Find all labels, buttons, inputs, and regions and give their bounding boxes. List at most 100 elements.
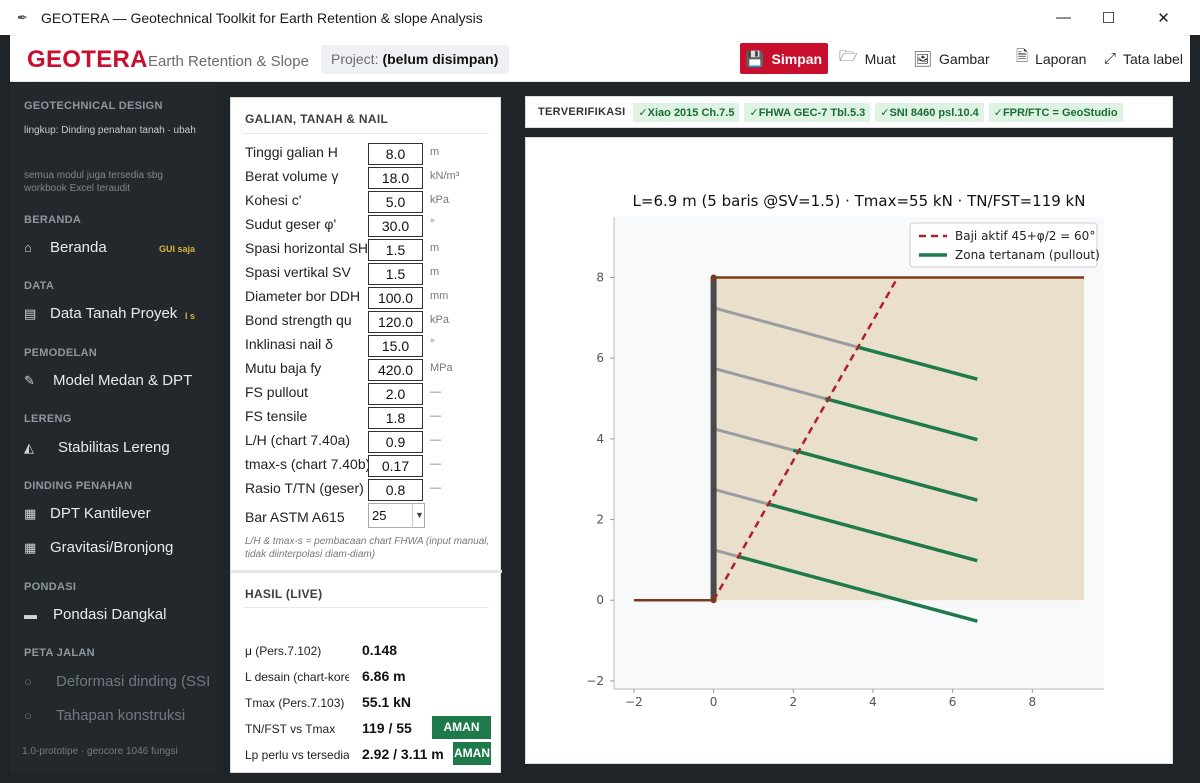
section-pondasi: PONDASI: [24, 581, 77, 593]
y-tick-label: 2: [596, 513, 604, 527]
panel-separator: [231, 570, 502, 573]
field-unit: —: [430, 410, 441, 422]
section-peta: PETA JALAN: [24, 647, 95, 659]
report-label: Laporan: [1035, 50, 1087, 67]
field-label: Mutu baja fy: [245, 360, 322, 376]
section-dinding: DINDING PENAHAN: [24, 480, 133, 492]
title-bar: ✒ GEOTERA — Geotechnical Toolkit for Ear…: [0, 0, 1200, 35]
labels-button[interactable]: ⤢ Tata label: [1104, 43, 1183, 74]
y-tick-label: 6: [596, 351, 604, 365]
sidebar-item-stabilitas[interactable]: ◭ Stabilitas Lereng: [24, 439, 214, 456]
field-input[interactable]: 0.17: [368, 455, 423, 477]
field-input[interactable]: 0.8: [368, 479, 423, 501]
result-label: Tmax (Pers.7.103): [245, 696, 345, 710]
result-value: 2.92 / 3.11 m: [362, 746, 444, 762]
load-button[interactable]: 🗁 Muat: [839, 43, 896, 74]
x-tick-label: 6: [949, 695, 957, 709]
sidebar-item-label: DPT Kantilever: [50, 505, 151, 522]
sidebar-item-tahapan: ○ Tahapan konstruksi: [24, 707, 214, 724]
section-beranda: BERANDA: [24, 214, 82, 226]
folder-icon: 🗁: [839, 48, 858, 65]
sidebar-scope[interactable]: lingkup: Dinding penahan tanah · ubah: [24, 124, 204, 137]
window-title: GEOTERA — Geotechnical Toolkit for Earth…: [41, 9, 483, 26]
gui-only-tag: GUI saja: [159, 244, 196, 254]
field-input[interactable]: 100.0: [368, 287, 423, 309]
resize-arrow-icon: ⤢: [1104, 50, 1117, 67]
maximize-button[interactable]: ☐: [1081, 0, 1136, 35]
report-button[interactable]: 🗎 Laporan: [1016, 43, 1086, 74]
y-tick-label: 0: [596, 593, 604, 607]
sidebar: GEOTECHNICAL DESIGN lingkup: Dinding pen…: [10, 83, 216, 773]
field-input[interactable]: 1.5: [368, 263, 423, 285]
image-button[interactable]: 🖼 Gambar: [913, 43, 990, 74]
status-badge: AMAN: [432, 716, 491, 739]
field-label: Berat volume γ: [245, 168, 339, 184]
slope-icon: ◭: [24, 439, 34, 455]
field-label: L/H (chart 7.40a): [245, 432, 351, 448]
y-tick-label: 4: [596, 432, 604, 446]
field-unit: —: [430, 458, 441, 470]
verification-strip: TERVERIFIKASI ✓Xiao 2015 Ch.7.5 ✓FHWA GE…: [525, 96, 1173, 128]
result-value: 0.148: [362, 642, 398, 658]
brand-subtitle: Earth Retention & Slope: [148, 53, 309, 70]
field-label: Bond strength qu: [245, 312, 352, 328]
circle-icon: ○: [24, 708, 32, 723]
field-input[interactable]: 1.8: [368, 407, 423, 429]
field-input[interactable]: 1.5: [368, 239, 423, 261]
chart-panel: −2 0 2 4 6 8 −2 0 2 4 6 8 L=6.9 m (5 baris @SV=1.5) …: [525, 137, 1173, 764]
close-button[interactable]: ✕: [1136, 0, 1191, 35]
divider: [243, 607, 489, 608]
field-label: Rasio T/TN (geser): [245, 480, 364, 496]
verification-tag: ✓FPR/FTC = GeoStudio: [988, 102, 1123, 122]
inputs-heading: GALIAN, TANAH & NAIL: [245, 112, 389, 126]
x-tick-label: 2: [789, 695, 797, 709]
field-unit: MPa: [430, 362, 453, 374]
document-icon: 🗎: [1016, 48, 1029, 65]
result-label: TN/FST vs Tmax: [245, 722, 336, 736]
field-unit: °: [430, 218, 435, 230]
x-tick-label: 8: [1028, 695, 1036, 709]
verification-tag: ✓Xiao 2015 Ch.7.5: [633, 102, 740, 122]
sidebar-item-kantilever[interactable]: ▦ DPT Kantilever: [24, 505, 214, 522]
sidebar-item-gravitasi[interactable]: ▦ Gravitasi/Bronjong: [24, 539, 214, 556]
pencil-icon: ✎: [24, 372, 35, 388]
sidebar-item-label: Model Medan & DPT: [53, 372, 193, 389]
sidebar-item-deformasi: ○ Deformasi dinding (SSI: [24, 673, 214, 690]
field-label: Spasi horizontal SH: [245, 240, 368, 256]
sidebar-item-label: Stabilitas Lereng: [58, 439, 170, 456]
section-pemodelan: PEMODELAN: [24, 347, 97, 359]
field-label: tmax-s (chart 7.40b): [245, 456, 371, 472]
field-label: Diameter bor DDH: [245, 288, 361, 304]
results-heading: HASIL (LIVE): [245, 587, 323, 601]
wall-top-point: [710, 274, 717, 281]
sidebar-item-pondasi[interactable]: ▬ Pondasi Dangkal: [24, 606, 214, 623]
field-input[interactable]: 5.0: [368, 191, 423, 213]
field-input[interactable]: 8.0: [368, 143, 423, 165]
sidebar-item-label: Deformasi dinding (SSI: [56, 673, 211, 690]
home-icon: ⌂: [24, 240, 32, 255]
field-input[interactable]: 18.0: [368, 167, 423, 189]
section-data: DATA: [24, 280, 55, 292]
floppy-icon: 💾: [745, 50, 765, 68]
sidebar-item-model[interactable]: ✎ Model Medan & DPT: [24, 372, 214, 389]
save-button[interactable]: 💾 Simpan: [740, 43, 828, 74]
chevron-down-icon[interactable]: ▼: [412, 503, 426, 528]
verification-tag: ✓SNI 8460 psl.10.4: [875, 102, 984, 122]
field-unit: m: [430, 146, 440, 158]
field-input[interactable]: 420.0: [368, 359, 423, 381]
divider: [243, 133, 489, 134]
field-input[interactable]: 30.0: [368, 215, 423, 237]
field-label: Sudut geser φ': [245, 216, 337, 232]
gabion-icon: ▦: [24, 539, 37, 555]
legend-wedge-label: Baji aktif 45+φ/2 = 60°: [955, 229, 1095, 243]
field-label: FS pullout: [245, 384, 309, 400]
field-input[interactable]: 120.0: [368, 311, 423, 333]
save-label: Simpan: [771, 50, 823, 67]
sidebar-item-label: Pondasi Dangkal: [53, 606, 167, 623]
soil-nail-chart: −2 0 2 4 6 8 −2 0 2 4 6 8 L=6.9 m (5 baris @SV=1.5) …: [586, 192, 1104, 709]
field-input[interactable]: 2.0: [368, 383, 423, 405]
field-label: Tinggi galian H: [245, 144, 338, 160]
field-input[interactable]: 0.9: [368, 431, 423, 453]
input-panel: GALIAN, TANAH & NAIL Tinggi galian H 8.0 m…: [230, 97, 502, 773]
field-input[interactable]: 15.0: [368, 335, 423, 357]
